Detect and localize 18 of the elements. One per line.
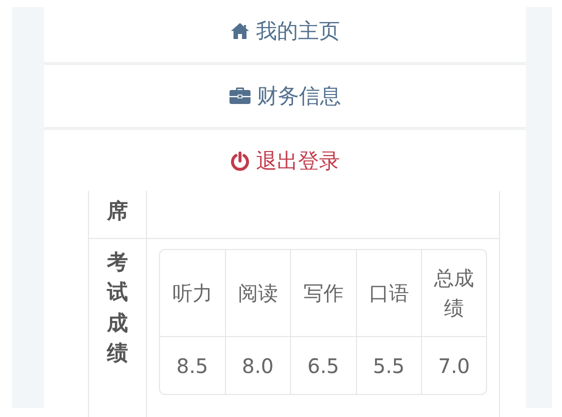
power-icon <box>230 150 250 170</box>
briefcase-icon <box>229 87 251 105</box>
score-value: 8.0 <box>242 354 274 378</box>
menu-item[interactable]: 退出登录 <box>44 130 526 191</box>
row-label: 考试成绩 <box>107 249 128 368</box>
column-header: 听力 <box>172 280 212 307</box>
score-value: 6.5 <box>307 354 340 378</box>
column-header: 阅读 <box>238 280 278 307</box>
column-header: 总成绩 <box>434 265 474 322</box>
score-value: 8.5 <box>176 354 208 378</box>
home-icon <box>230 22 250 40</box>
column-header: 口语 <box>368 280 409 307</box>
score-value: 5.5 <box>372 354 405 378</box>
row-label: 席 <box>107 198 128 225</box>
menu-item[interactable]: 我的主页 <box>44 0 526 62</box>
column-header: 写作 <box>303 280 344 307</box>
score-value: 7.0 <box>438 354 470 378</box>
menu-item[interactable]: 财务信息 <box>44 65 526 127</box>
